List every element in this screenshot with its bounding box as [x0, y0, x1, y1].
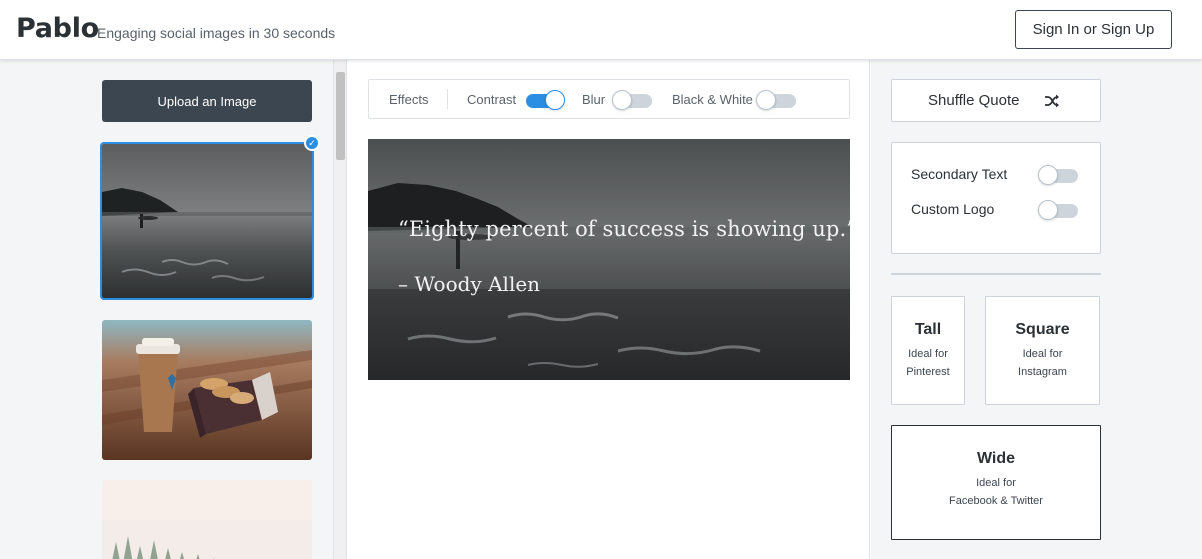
options-divider: [891, 273, 1101, 275]
app-logo[interactable]: Pablo: [16, 13, 99, 44]
toggle-knob: [545, 90, 565, 110]
custom-logo-toggle[interactable]: [1038, 200, 1078, 220]
effects-toolbar: Effects Contrast Blur Black & White: [368, 79, 850, 119]
scrollbar-thumb[interactable]: [336, 72, 345, 160]
size-description: Ideal for Facebook & Twitter: [892, 474, 1100, 510]
size-title: Wide: [976, 450, 1016, 467]
top-header: Pablo Engaging social images in 30 secon…: [0, 0, 1202, 60]
misty-forest-image-art: [102, 480, 312, 559]
black-white-toggle[interactable]: [756, 90, 796, 110]
size-desc-line2: Pinterest: [906, 366, 950, 378]
blur-toggle[interactable]: [612, 90, 652, 110]
size-title: Tall: [914, 321, 942, 338]
image-library-panel: Upload an Image ✓: [0, 60, 347, 559]
shuffle-quote-label: Shuffle Quote: [928, 92, 1020, 109]
text-options-box: Secondary Text Custom Logo: [891, 142, 1101, 254]
contrast-toggle[interactable]: [526, 90, 565, 110]
toggle-knob: [612, 90, 632, 110]
custom-logo-label: Custom Logo: [911, 201, 995, 217]
options-panel: Shuffle Quote Secondary Text Custom Logo…: [871, 60, 1202, 559]
size-option-wide[interactable]: Wide Ideal for Facebook & Twitter: [891, 425, 1101, 540]
sign-in-button[interactable]: Sign In or Sign Up: [1015, 10, 1172, 49]
beach-surfer-image-art: [102, 144, 312, 298]
secondary-text-label: Secondary Text: [911, 166, 1008, 182]
preview-background-image: [368, 139, 850, 380]
black-white-label: Black & White: [672, 92, 753, 107]
size-desc-line2: Instagram: [1018, 366, 1067, 378]
size-desc-line2: Facebook & Twitter: [949, 495, 1043, 507]
size-description: Ideal for Pinterest: [892, 345, 964, 381]
shuffle-quote-button[interactable]: Shuffle Quote: [891, 79, 1101, 122]
size-option-square[interactable]: Square Ideal for Instagram: [985, 296, 1100, 405]
coffee-cookies-image-art: [102, 320, 312, 460]
size-desc-line1: Ideal for: [1022, 348, 1063, 360]
misty-forest-image[interactable]: [102, 480, 312, 559]
upload-image-button[interactable]: Upload an Image: [102, 80, 312, 122]
library-scrollbar[interactable]: [333, 60, 346, 559]
shuffle-icon: [1045, 94, 1059, 108]
size-desc-line1: Ideal for: [976, 477, 1016, 489]
quote-author[interactable]: – Woody Allen: [398, 272, 540, 296]
selected-check-icon: ✓: [304, 135, 320, 151]
size-description: Ideal for Instagram: [986, 345, 1099, 381]
blur-label: Blur: [582, 92, 606, 107]
contrast-label: Contrast: [467, 92, 517, 107]
image-preview[interactable]: “Eighty percent of success is showing up…: [368, 139, 850, 380]
toggle-knob: [1038, 200, 1058, 220]
size-option-tall[interactable]: Tall Ideal for Pinterest: [891, 296, 965, 405]
coffee-cookies-image[interactable]: [102, 320, 312, 460]
toggle-knob: [756, 90, 776, 110]
quote-text[interactable]: “Eighty percent of success is showing up…: [398, 217, 850, 241]
effects-label: Effects: [389, 92, 429, 107]
app-tagline: Engaging social images in 30 seconds: [97, 25, 336, 41]
toggle-knob: [1038, 165, 1058, 185]
secondary-text-toggle[interactable]: [1038, 165, 1078, 185]
editor-panel: Effects Contrast Blur Black & White “Eig…: [348, 60, 870, 559]
beach-surfer-image[interactable]: [100, 142, 314, 300]
toolbar-divider: [447, 89, 448, 109]
size-title: Square: [1015, 321, 1070, 338]
size-desc-line1: Ideal for: [908, 348, 948, 360]
